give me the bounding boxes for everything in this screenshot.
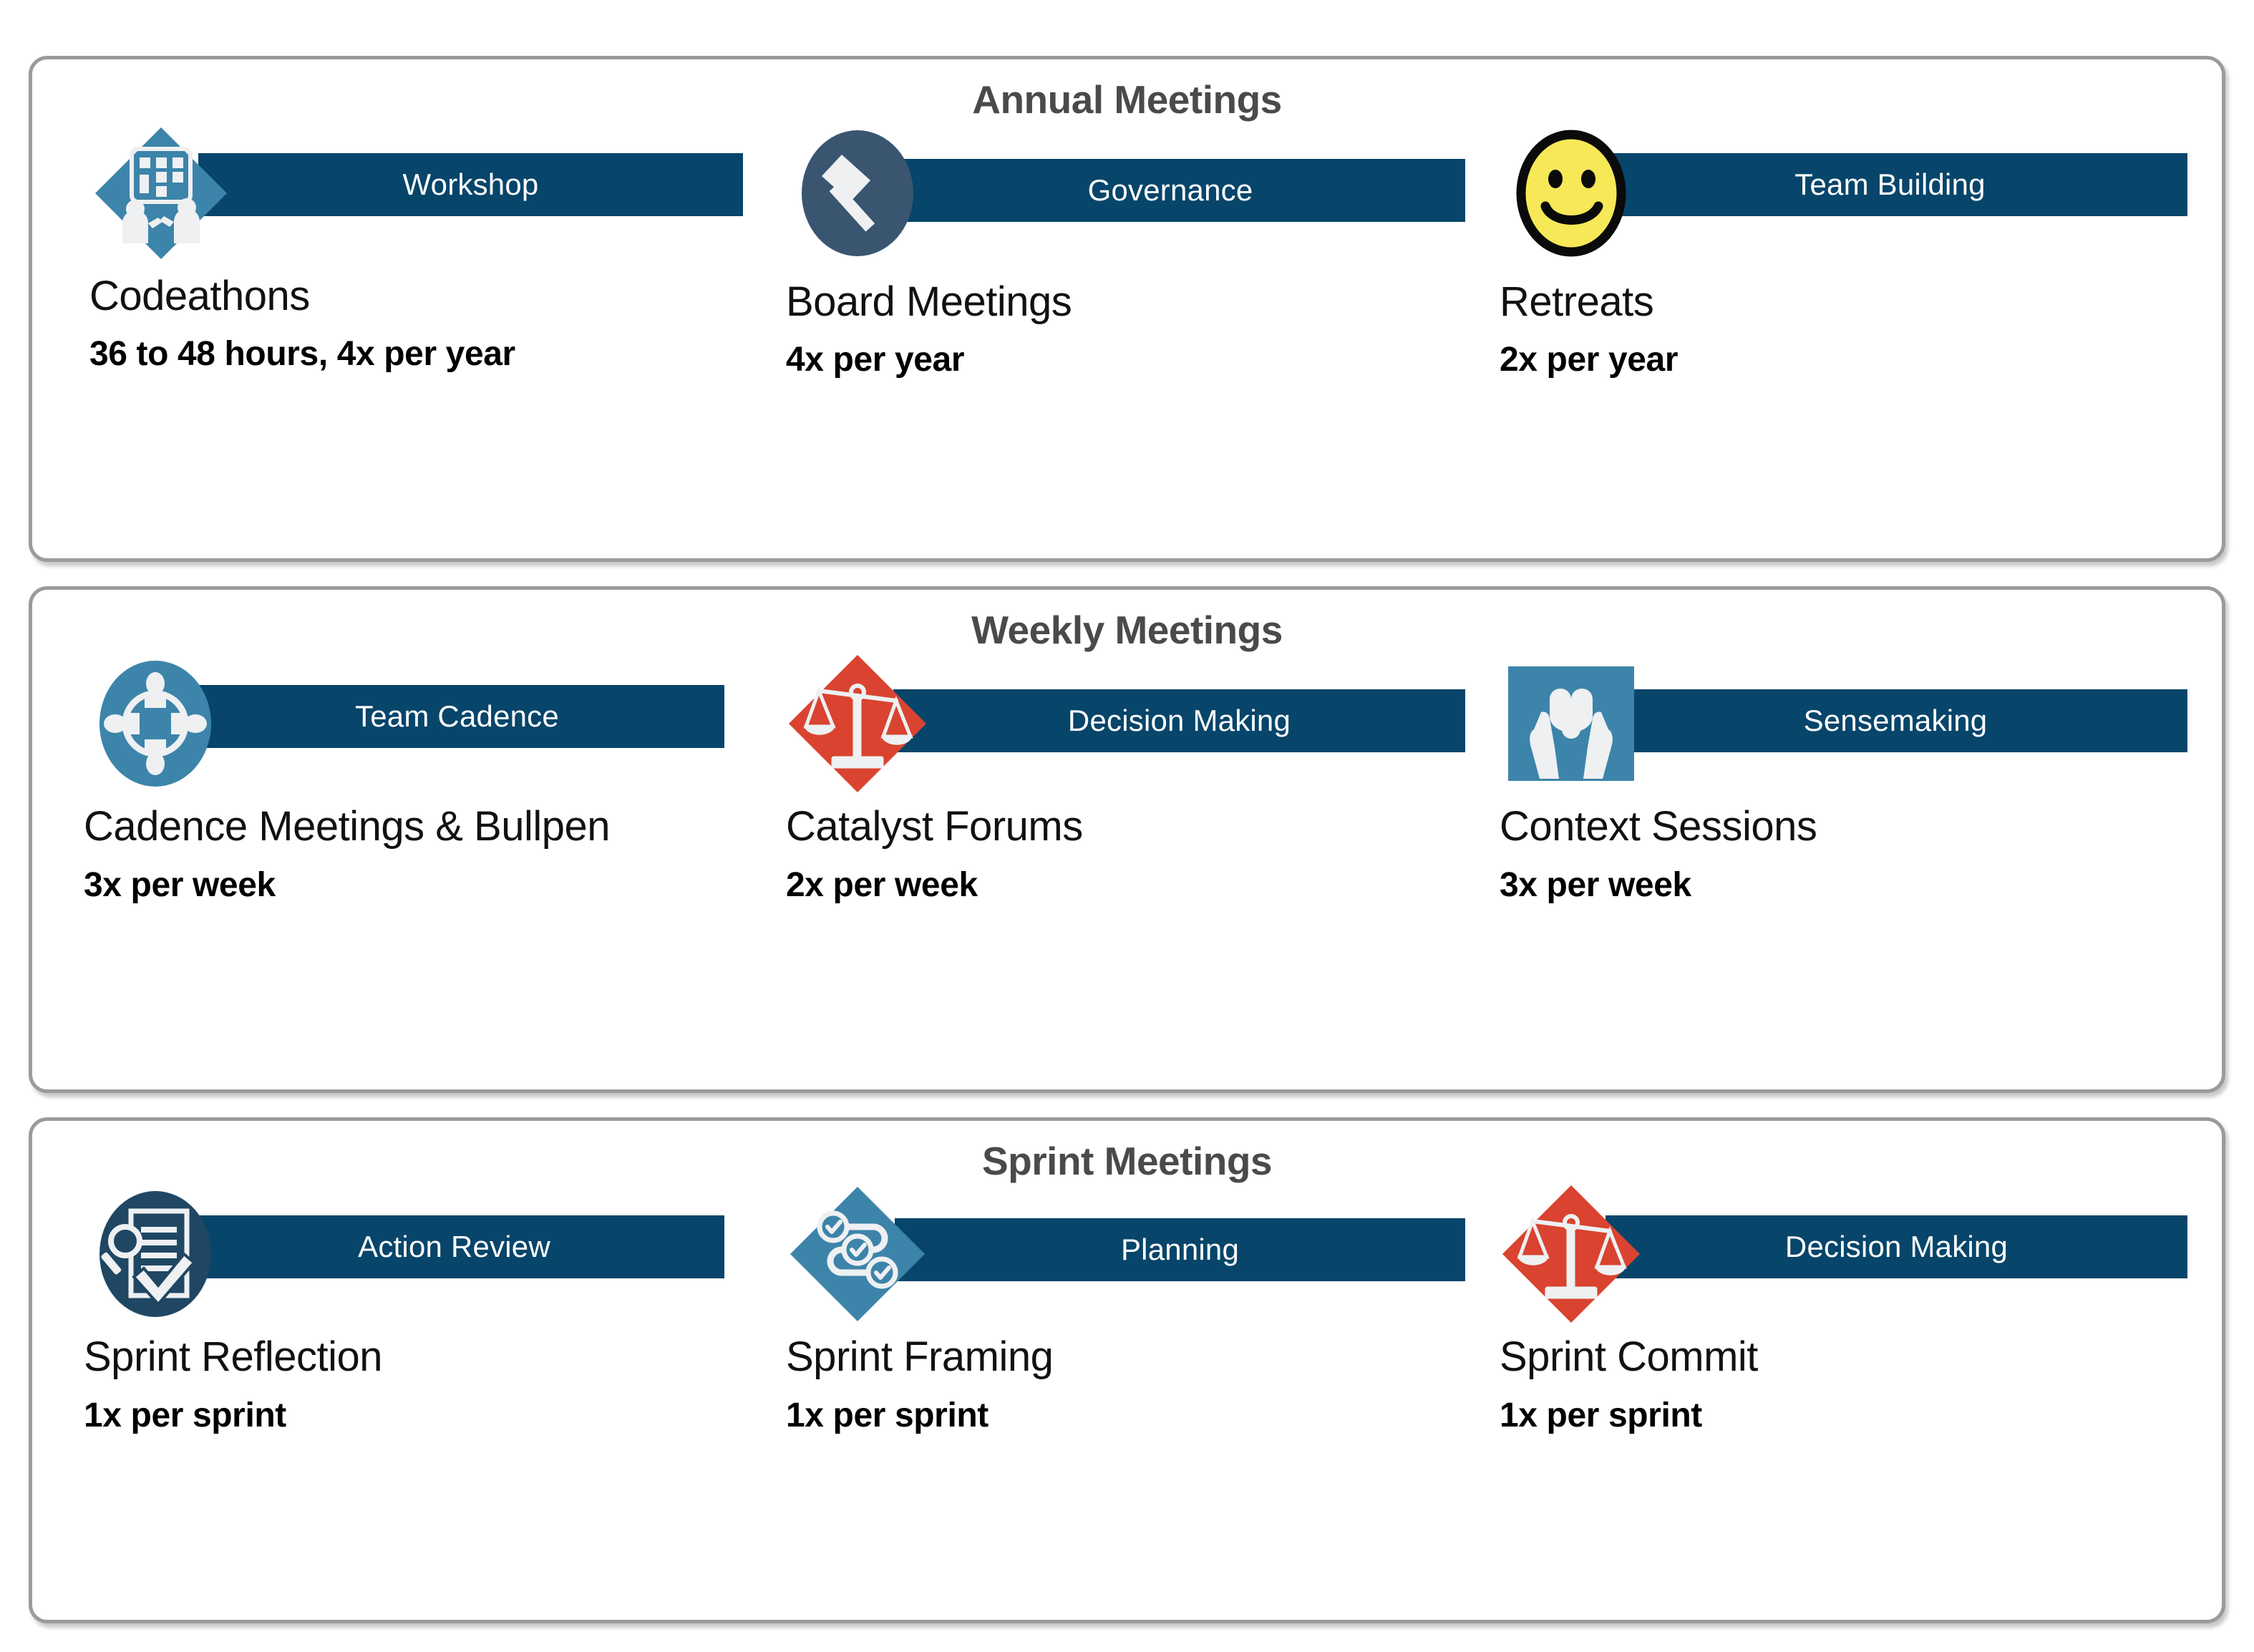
item-name: Context Sessions	[1500, 802, 1817, 850]
items-row-annual: Workshop Codeathons 36 to 48 hours, 4x p…	[32, 122, 2222, 559]
item-board-meetings[interactable]: Governance Board Meetings 4x per year	[769, 122, 1485, 559]
item-name: Codeathons	[89, 272, 310, 319]
banner-label: Planning	[1120, 1233, 1240, 1267]
banner-label: Sensemaking	[1803, 703, 1988, 737]
icon-banner-group: Team Cadence	[84, 652, 769, 795]
item-cadence: 2x per week	[786, 865, 978, 904]
item-name: Retreats	[1500, 278, 1654, 325]
section-title-annual: Annual Meetings	[972, 77, 1282, 122]
banner-label: Decision Making	[1784, 1230, 2008, 1264]
item-cadence: 1x per sprint	[786, 1396, 988, 1435]
meeting-cadence-infographic: Annual Meetings Workshop Codeathons 36 t…	[0, 0, 2254, 1652]
banner-label: Team Cadence	[355, 699, 559, 733]
banner-team-cadence: Team Cadence	[190, 684, 724, 748]
item-cadence: 1x per sprint	[1500, 1396, 1702, 1435]
section-card-sprint: Sprint Meetings Action Review Sprint Ref…	[29, 1117, 2225, 1623]
people-ring-icon	[84, 652, 227, 795]
item-name: Sprint Commit	[1500, 1333, 1758, 1381]
item-catalyst-forums[interactable]: Decision Making Catalyst Forums 2x per w…	[769, 652, 1485, 1089]
balance-scale-icon	[786, 652, 929, 795]
item-codeathons[interactable]: Workshop Codeathons 36 to 48 hours, 4x p…	[52, 122, 769, 559]
item-cadence: 1x per sprint	[84, 1396, 286, 1435]
icon-banner-group: Team Building	[1500, 122, 2202, 265]
banner-planning: Planning	[895, 1218, 1465, 1282]
gavel-icon	[786, 122, 929, 265]
document-magnifier-check-icon	[84, 1182, 227, 1326]
icon-banner-group: Decision Making	[786, 652, 1485, 795]
item-retreats[interactable]: Team Building Retreats 2x per year	[1485, 122, 2202, 559]
items-row-weekly: Team Cadence Cadence Meetings & Bullpen …	[32, 652, 2222, 1089]
banner-team-building: Team Building	[1593, 152, 2187, 216]
item-cadence: 36 to 48 hours, 4x per year	[89, 335, 515, 374]
items-row-sprint: Action Review Sprint Reflection 1x per s…	[32, 1182, 2222, 1620]
banner-label: Team Building	[1794, 167, 1986, 201]
banner-sensemaking: Sensemaking	[1603, 689, 2187, 752]
item-sprint-framing[interactable]: Planning Sprint Framing 1x per sprint	[769, 1182, 1485, 1620]
banner-action-review: Action Review	[184, 1215, 724, 1279]
banner-decision-making: Decision Making	[1606, 1215, 2187, 1279]
workshop-people-board-icon	[89, 122, 233, 265]
section-card-annual: Annual Meetings Workshop Codeathons 36 t…	[29, 56, 2225, 563]
icon-banner-group: Sensemaking	[1500, 652, 2202, 795]
icon-banner-group: Decision Making	[1500, 1182, 2202, 1326]
item-name: Sprint Reflection	[84, 1333, 383, 1381]
banner-label: Decision Making	[1067, 703, 1291, 737]
item-context-sessions[interactable]: Sensemaking Context Sessions 3x per week	[1485, 652, 2202, 1089]
banner-decision-making: Decision Making	[893, 689, 1465, 752]
item-sprint-reflection[interactable]: Action Review Sprint Reflection 1x per s…	[52, 1182, 769, 1620]
workflow-checklist-icon	[786, 1182, 929, 1326]
section-title-weekly: Weekly Meetings	[971, 608, 1283, 653]
item-cadence: 3x per week	[1500, 865, 1691, 904]
item-cadence: 2x per year	[1500, 341, 1679, 379]
item-name: Catalyst Forums	[786, 802, 1083, 850]
hands-holding-puzzle-icon	[1500, 652, 1643, 795]
smiley-face-icon	[1500, 122, 1643, 265]
section-card-weekly: Weekly Meetings Team Cadence Cadence Mee…	[29, 586, 2225, 1093]
item-name: Sprint Framing	[786, 1333, 1054, 1381]
banner-label: Action Review	[358, 1230, 550, 1264]
balance-scale-icon	[1500, 1182, 1643, 1326]
item-sprint-commit[interactable]: Decision Making Sprint Commit 1x per spr…	[1485, 1182, 2202, 1620]
icon-banner-group: Planning	[786, 1182, 1485, 1326]
item-cadence-meetings-bullpen[interactable]: Team Cadence Cadence Meetings & Bullpen …	[52, 652, 769, 1089]
banner-label: Governance	[1087, 173, 1253, 207]
icon-banner-group: Action Review	[84, 1182, 769, 1326]
item-name: Board Meetings	[786, 278, 1072, 325]
item-name: Cadence Meetings & Bullpen	[84, 802, 611, 850]
icon-banner-group: Workshop	[89, 122, 769, 265]
banner-workshop: Workshop	[198, 152, 743, 216]
section-title-sprint: Sprint Meetings	[981, 1138, 1273, 1183]
icon-banner-group: Governance	[786, 122, 1485, 265]
item-cadence: 3x per week	[84, 865, 276, 904]
banner-label: Workshop	[402, 167, 539, 201]
item-cadence: 4x per year	[786, 341, 965, 379]
banner-governance: Governance	[875, 158, 1465, 222]
